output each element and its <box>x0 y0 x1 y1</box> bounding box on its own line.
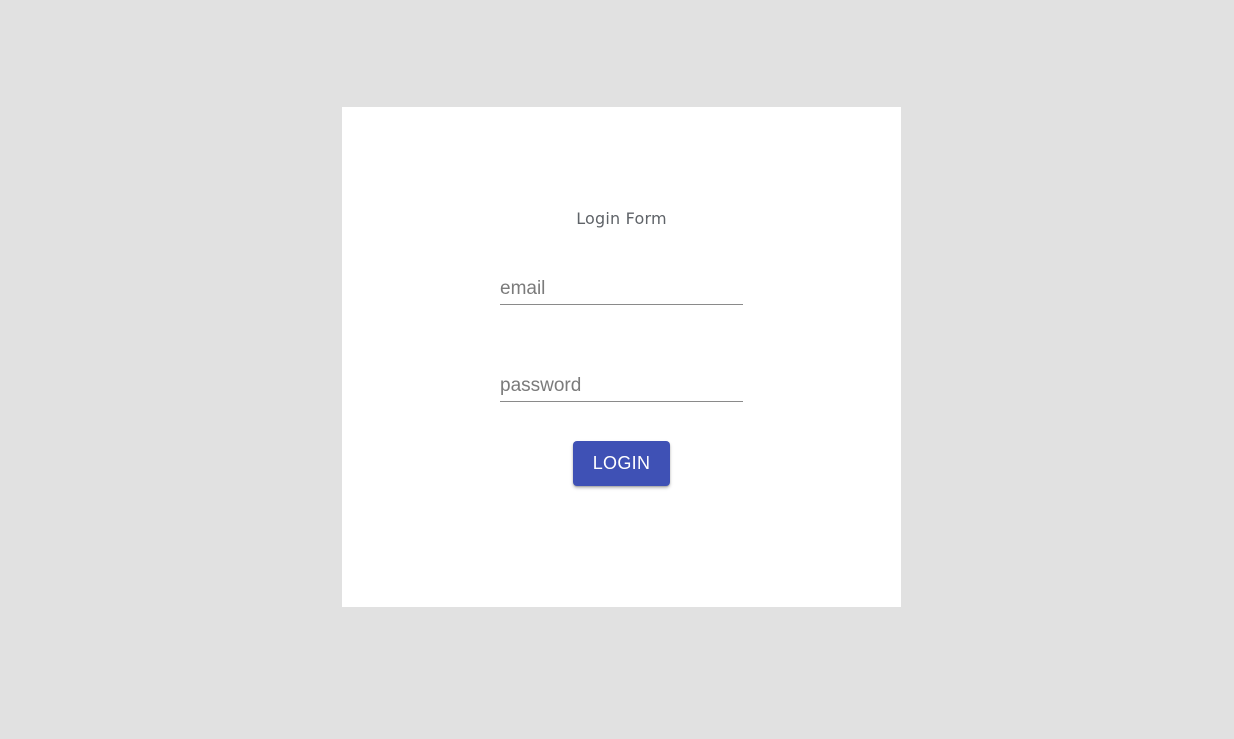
login-button[interactable]: LOGIN <box>573 441 670 486</box>
login-card: Login Form LOGIN <box>342 107 901 607</box>
form-title: Login Form <box>576 209 667 228</box>
password-input[interactable] <box>500 371 743 401</box>
password-field <box>500 371 743 402</box>
email-field <box>500 274 743 305</box>
email-input[interactable] <box>500 274 743 304</box>
